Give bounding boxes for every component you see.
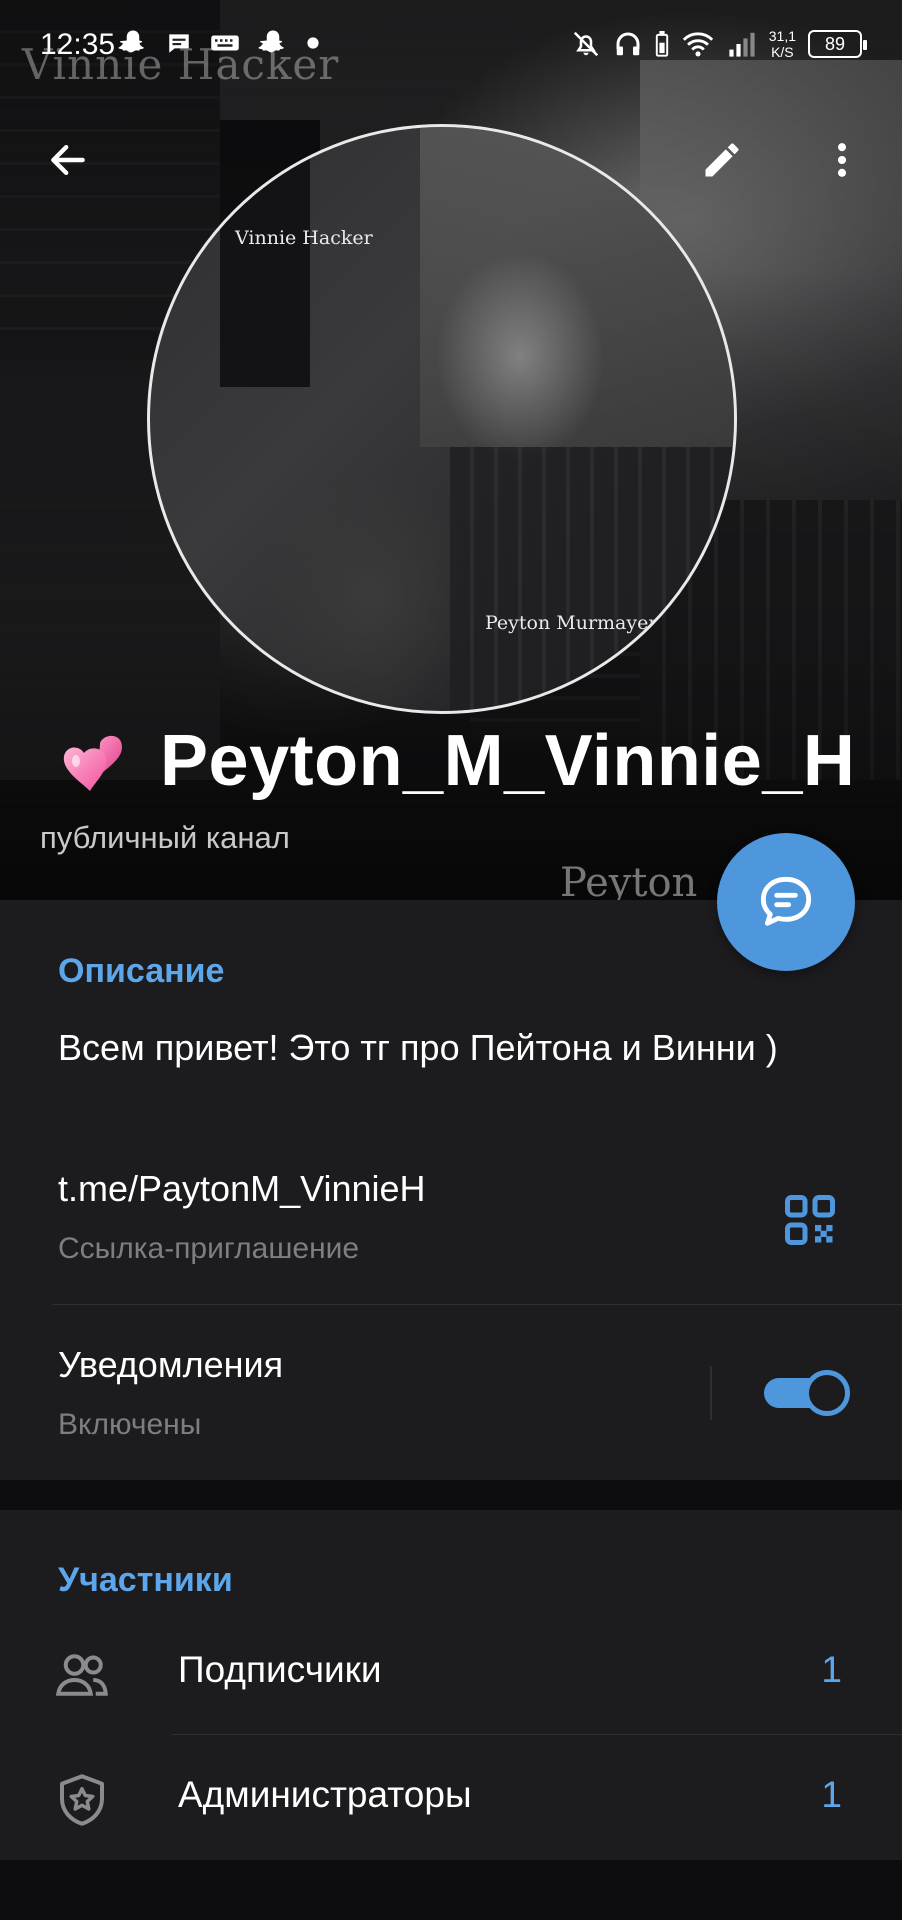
notifications-toggle[interactable] xyxy=(764,1370,850,1416)
back-button[interactable] xyxy=(36,128,100,192)
avatar-photo-panel xyxy=(220,127,310,387)
subscribers-row[interactable]: Подписчики 1 xyxy=(0,1617,902,1727)
divider xyxy=(172,1734,902,1735)
avatar-caption: Peyton Murmayer xyxy=(485,612,658,634)
administrators-row[interactable]: Администраторы 1 xyxy=(0,1742,902,1852)
discussion-button[interactable] xyxy=(717,833,855,971)
subscribers-count: 1 xyxy=(821,1649,842,1690)
more-options-button[interactable] xyxy=(810,128,874,192)
channel-title-row: Peyton_M_Vinnie_H xyxy=(60,720,855,802)
avatar-caption: Vinnie Hacker xyxy=(235,227,373,249)
dot-icon xyxy=(307,37,319,49)
description-header: Описание xyxy=(58,952,225,990)
chat-bubble-icon xyxy=(760,876,812,926)
wifi-icon xyxy=(682,32,713,57)
pencil-icon xyxy=(705,143,739,177)
shield-star-icon xyxy=(60,1774,104,1826)
headphones-icon xyxy=(616,32,640,56)
avatar-photo-panel xyxy=(450,447,734,711)
notification-icons xyxy=(118,28,320,58)
snapchat-icon xyxy=(118,30,144,53)
notifications-state: Включены xyxy=(58,1408,202,1441)
description-text[interactable]: Всем привет! Это тг про Пейтона и Винни … xyxy=(58,1024,778,1072)
administrators-count: 1 xyxy=(821,1774,842,1815)
system-icons: 31,1 K/S 89 xyxy=(571,28,867,60)
invite-link[interactable]: t.me/PaytonM_VinnieH xyxy=(58,1168,426,1210)
bell-off-icon xyxy=(573,31,598,57)
battery-indicator: 89 xyxy=(808,30,867,58)
speed-value: 31,1 xyxy=(768,28,796,44)
two-hearts-icon xyxy=(63,735,122,791)
network-speed: 31,1 K/S xyxy=(769,28,796,60)
edit-button[interactable] xyxy=(690,128,754,192)
toggle-knob xyxy=(804,1370,850,1416)
section-gap xyxy=(0,1480,902,1510)
members-header: Участники xyxy=(58,1561,233,1599)
battery-small-icon xyxy=(655,31,668,57)
more-vertical-icon xyxy=(837,143,847,177)
vertical-separator xyxy=(710,1366,712,1420)
section-gap xyxy=(0,1860,902,1920)
invite-link-label: Ссылка-приглашение xyxy=(58,1232,360,1265)
message-icon xyxy=(169,34,189,53)
qr-code-icon xyxy=(785,1195,835,1245)
qr-code-button[interactable] xyxy=(780,1190,840,1250)
signal-icon xyxy=(729,32,755,57)
status-time: 12:35 xyxy=(40,28,116,61)
subscribers-label: Подписчики xyxy=(178,1649,382,1690)
arrow-left-icon xyxy=(51,144,85,176)
speed-unit: K/S xyxy=(771,44,794,60)
channel-type: публичный канал xyxy=(40,820,290,855)
notifications-label[interactable]: Уведомления xyxy=(58,1344,283,1386)
keyboard-icon xyxy=(211,35,239,51)
channel-avatar[interactable]: Vinnie Hacker Peyton Murmayer xyxy=(147,124,737,714)
divider xyxy=(52,1304,902,1305)
people-icon xyxy=(55,1654,108,1696)
status-bar: 12:35 31,1 K/S 89 xyxy=(0,20,902,76)
snapchat-icon xyxy=(258,30,284,53)
administrators-label: Администраторы xyxy=(178,1774,472,1815)
channel-name: Peyton_M_Vinnie_H xyxy=(160,721,856,801)
